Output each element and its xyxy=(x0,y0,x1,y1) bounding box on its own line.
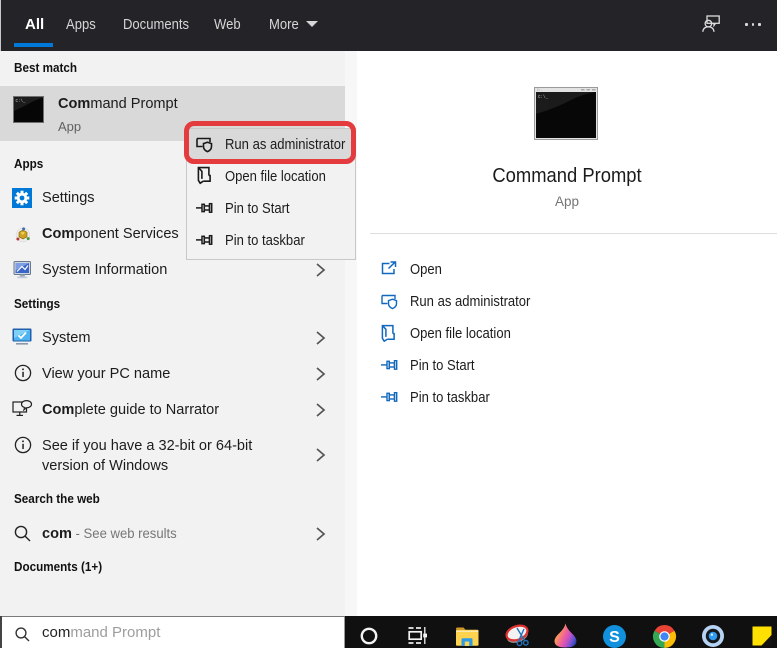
svg-text:C:\_: C:\_ xyxy=(16,99,27,104)
svg-text:C:\_: C:\_ xyxy=(538,95,549,100)
svg-text:C:.: C:. xyxy=(537,88,543,92)
svg-text:S: S xyxy=(609,629,620,646)
